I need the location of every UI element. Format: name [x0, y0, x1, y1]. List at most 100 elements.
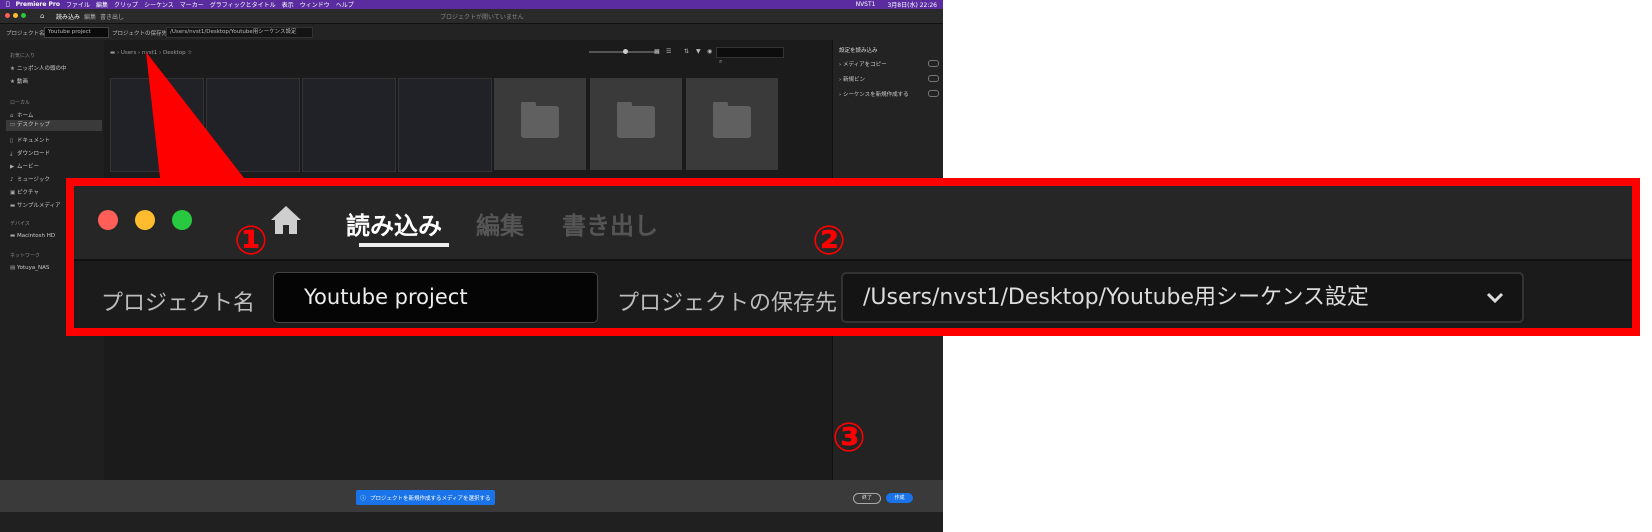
- app-menu[interactable]: Premiere Pro: [16, 1, 60, 8]
- sidebar-item-label: ピクチャ: [17, 190, 39, 196]
- sidebar-item-movies[interactable]: ▶ ムービー: [10, 162, 104, 170]
- new-bin-row[interactable]: › 新規ビン: [839, 75, 939, 83]
- breadcrumb: ▬ › Users › nvst1 › Desktop ☆: [110, 50, 193, 56]
- new-bin-toggle[interactable]: [928, 75, 939, 82]
- menu-clip[interactable]: クリップ: [114, 0, 138, 9]
- sidebar-item-label: ミュージック: [17, 177, 50, 183]
- sidebar-item-documents[interactable]: ▯ ドキュメント: [10, 136, 104, 144]
- tab-import-small[interactable]: 読み込み: [56, 12, 80, 21]
- project-location-select-small[interactable]: /Users/nvst1/Desktop/Youtube用シーケンス設定: [166, 27, 313, 38]
- sidebar-item-desktop[interactable]: ▭ デスクトップ: [6, 120, 102, 131]
- sidebar-item-label: 動画: [17, 79, 29, 85]
- chevron-down-icon[interactable]: [1486, 288, 1504, 306]
- bottom-bar: ⓘ プロジェクトを新規作成するメディアを選択する 終了 作成: [0, 480, 943, 512]
- media-thumbnail-4[interactable]: [398, 78, 492, 172]
- media-thumbnail-1[interactable]: [110, 78, 204, 172]
- copy-media-row[interactable]: › メディアをコピー: [839, 60, 939, 68]
- project-location-label-small: プロジェクトの保存先: [112, 31, 168, 37]
- window-status: プロジェクトが開いていません: [440, 14, 524, 21]
- devices-header: デバイス: [10, 221, 30, 227]
- sidebar-item-label: サンプルメディア: [17, 203, 61, 209]
- search-input[interactable]: ⌕: [716, 47, 784, 65]
- home-icon[interactable]: [269, 204, 303, 236]
- zoom-window-button[interactable]: [21, 13, 26, 18]
- folder-thumbnail-3[interactable]: [686, 78, 778, 170]
- breadcrumb-user[interactable]: nvst1: [142, 50, 157, 56]
- tab-edit-small[interactable]: 編集: [84, 12, 96, 21]
- close-window-button[interactable]: [5, 13, 10, 18]
- project-location-value: /Users/nvst1/Desktop/Youtube用シーケンス設定: [863, 285, 1369, 310]
- visibility-icon[interactable]: ◉: [707, 48, 712, 55]
- breadcrumb-desktop[interactable]: Desktop: [163, 50, 186, 56]
- import-settings-header: 設定を読み込み: [839, 48, 878, 54]
- apple-icon[interactable]: : [6, 1, 10, 8]
- tab-export[interactable]: 書き出し: [562, 206, 658, 241]
- copy-media-toggle[interactable]: [928, 60, 939, 67]
- status-bar: [0, 512, 943, 532]
- status-user[interactable]: NVST1: [856, 1, 876, 8]
- minimize-window-button[interactable]: [13, 13, 18, 18]
- sidebar-item-label: ニッポン人の頭の中: [17, 66, 67, 72]
- zoom-slider[interactable]: [589, 49, 659, 54]
- star-icon[interactable]: ☆: [187, 50, 192, 56]
- project-location-select[interactable]: /Users/nvst1/Desktop/Youtube用シーケンス設定: [841, 272, 1524, 323]
- folder-icon: [713, 102, 751, 138]
- tab-edit[interactable]: 編集: [476, 206, 524, 241]
- sort-icon[interactable]: ⇅: [684, 48, 689, 55]
- sidebar-item-downloads[interactable]: ⤓ ダウンロード: [10, 149, 104, 158]
- menu-sequence[interactable]: シーケンス: [144, 0, 174, 9]
- sidebar-item-favorite-2[interactable]: ★ 動画: [10, 77, 104, 85]
- folder-icon[interactable]: ▬: [110, 50, 115, 56]
- folder-icon: [617, 102, 655, 138]
- create-button[interactable]: 作成: [886, 493, 913, 503]
- folder-thumbnail-1[interactable]: [494, 78, 586, 170]
- select-media-info[interactable]: ⓘ プロジェクトを新規作成するメディアを選択する: [356, 490, 495, 505]
- tab-export-small[interactable]: 書き出し: [100, 12, 124, 21]
- menu-edit[interactable]: 編集: [96, 0, 108, 9]
- media-thumbnail-3[interactable]: [302, 78, 396, 172]
- select-media-info-label: プロジェクトを新規作成するメディアを選択する: [369, 495, 491, 502]
- star-icon: ★: [10, 66, 15, 72]
- callout-titlebar: 読み込み 編集 書き出し: [74, 186, 1632, 261]
- project-name-input[interactable]: Youtube project: [273, 272, 598, 323]
- sidebar-item-home[interactable]: ⌂ ホーム: [10, 111, 104, 119]
- list-view-icon[interactable]: ☰: [666, 48, 671, 55]
- sidebar-item-favorite-1[interactable]: ★ ニッポン人の頭の中: [10, 64, 104, 72]
- menu-graphics[interactable]: グラフィックとタイトル: [210, 0, 276, 9]
- folder-icon: ▬: [10, 203, 16, 209]
- folder-thumbnail-2[interactable]: [590, 78, 682, 170]
- close-button[interactable]: 終了: [853, 493, 881, 504]
- breadcrumb-users[interactable]: Users: [121, 50, 136, 56]
- grid-view-icon[interactable]: ▦: [654, 48, 660, 55]
- menu-window[interactable]: ウィンドウ: [300, 0, 330, 9]
- info-icon: ⓘ: [360, 495, 366, 502]
- media-thumbnail-2[interactable]: [206, 78, 300, 172]
- network-header: ネットワーク: [10, 253, 41, 259]
- server-icon: ▤: [10, 265, 16, 271]
- favorites-header: お気に入り: [10, 53, 36, 59]
- home-icon[interactable]: ⌂: [40, 12, 44, 20]
- filter-icon[interactable]: ▼: [696, 48, 701, 55]
- project-name-label: プロジェクト名: [101, 291, 256, 316]
- close-window-button[interactable]: [98, 210, 118, 230]
- create-sequence-toggle[interactable]: [928, 90, 939, 97]
- annotation-3: ③: [832, 415, 866, 461]
- minimize-window-button[interactable]: [135, 210, 155, 230]
- sidebar-item-label: Yotuya_NAS: [17, 265, 50, 271]
- menu-view[interactable]: 表示: [282, 0, 294, 9]
- sidebar-item-label: ダウンロード: [17, 151, 51, 157]
- status-clock[interactable]: 3月8日(水) 22:26: [887, 0, 937, 9]
- window-controls-zoomed: [98, 210, 192, 230]
- menu-file[interactable]: ファイル: [66, 0, 90, 9]
- zoom-callout: 読み込み 編集 書き出し プロジェクト名 Youtube project プロジ…: [66, 178, 1640, 336]
- menu-marker[interactable]: マーカー: [180, 0, 204, 9]
- sidebar-item-label: ムービー: [17, 164, 40, 170]
- create-sequence-label: シーケンスを新規作成する: [842, 92, 909, 98]
- zoom-slider-handle[interactable]: [623, 49, 628, 54]
- menu-help[interactable]: ヘルプ: [336, 0, 354, 9]
- sidebar-item-label: ドキュメント: [17, 138, 51, 144]
- tab-import[interactable]: 読み込み: [346, 206, 442, 241]
- zoom-window-button[interactable]: [172, 210, 192, 230]
- create-sequence-row[interactable]: › シーケンスを新規作成する: [839, 90, 939, 98]
- project-name-input-small[interactable]: Youtube project: [44, 27, 109, 38]
